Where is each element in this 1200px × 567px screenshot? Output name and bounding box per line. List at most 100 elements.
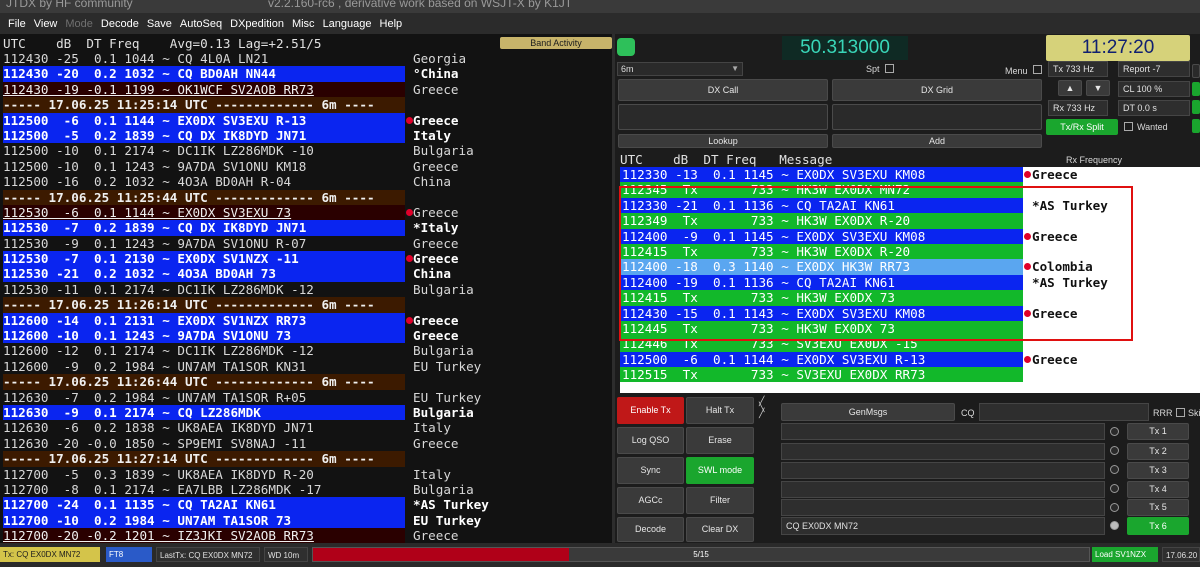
tx-row[interactable]: 112415 Tx 733 ~ HK3W EX0DX R-20 xyxy=(620,243,1200,260)
msg3-field[interactable] xyxy=(781,462,1105,479)
tx3-radio[interactable] xyxy=(1110,465,1119,474)
tx6-radio[interactable] xyxy=(1110,521,1119,530)
filter-button[interactable]: Filter xyxy=(686,487,754,514)
decode-row[interactable]: 112630 -6 0.2 1838 ~ UK8AEA IK8DYD JN71 I… xyxy=(0,420,612,435)
tx5-button[interactable]: Tx 5 xyxy=(1127,499,1189,516)
decode-row[interactable]: 112500 -6 0.1 1144 ~ EX0DX SV3EXU R-13 Gr… xyxy=(0,112,612,128)
rx-frequency-panel[interactable]: 112330 -13 0.1 1145 ~ EX0DX SV3EXU KM08 G… xyxy=(620,167,1200,393)
menu-autoseq[interactable]: AutoSeq xyxy=(176,18,226,30)
msg5-field[interactable] xyxy=(781,499,1105,516)
decode-row[interactable]: 112630 -20 -0.0 1850 ~ SP9EMI SV8NAJ -11… xyxy=(0,436,612,451)
decode-row[interactable]: 112700 -24 0.1 1135 ~ CQ TA2AI KN61 *AS T… xyxy=(0,497,612,513)
halt-tx-button[interactable]: Halt Tx xyxy=(686,397,754,424)
menu-save[interactable]: Save xyxy=(143,18,176,30)
tx-row[interactable]: 112345 Tx 733 ~ HK3W EX0DX MN72 xyxy=(620,182,1200,198)
menu-help[interactable]: Help xyxy=(376,18,407,30)
period-separator[interactable]: ----- 17.06.25 11:27:14 UTC ------------… xyxy=(0,451,612,467)
cq-field[interactable] xyxy=(979,403,1149,421)
tx3-button[interactable]: Tx 3 xyxy=(1127,462,1189,479)
decode-row[interactable]: 112530 -11 0.1 2174 ~ DC1IK LZ286MDK -12… xyxy=(0,282,612,297)
side-field-1[interactable] xyxy=(1192,64,1200,78)
swl-mode-button[interactable]: SWL mode xyxy=(686,457,754,484)
cl-field[interactable]: CL 100 % xyxy=(1118,81,1190,97)
decode-row[interactable]: 112430 -20 0.2 1032 ~ CQ BD0AH NN44 °Chin… xyxy=(0,66,612,82)
decode-row[interactable]: 112630 -7 0.2 1984 ~ UN7AM TA1SOR R+05 EU… xyxy=(0,390,612,405)
tx-row[interactable]: 112446 Tx 733 ~ SV3EXU EX0DX -15 xyxy=(620,336,1200,352)
rx-row[interactable]: 112330 -13 0.1 1145 ~ EX0DX SV3EXU KM08 G… xyxy=(620,167,1200,183)
tx6-button[interactable]: Tx 6 xyxy=(1127,517,1189,535)
rx-row[interactable]: 112400 -18 0.3 1140 ~ EX0DX HK3W RR73 Col… xyxy=(620,259,1200,275)
band-activity-list[interactable]: 112430 -25 0.1 1044 ~ CQ 4L0A LN21 Georgi… xyxy=(0,51,612,543)
dx-grid-field[interactable] xyxy=(832,104,1042,130)
tx2-button[interactable]: Tx 2 xyxy=(1127,443,1189,460)
band-select[interactable]: 6m ▼ xyxy=(617,62,743,76)
dx-call-button[interactable]: DX Call xyxy=(618,79,828,101)
side-button-3[interactable] xyxy=(1192,100,1200,114)
side-button-4[interactable] xyxy=(1192,119,1200,133)
add-button[interactable]: Add xyxy=(832,134,1042,148)
decode-row[interactable]: 112430 -19 -0.1 1199 ~ OK1WCF SV2AOB RR7… xyxy=(0,81,612,98)
menu-dxpedition[interactable]: DXpedition xyxy=(226,18,288,30)
rx-row[interactable]: 112330 -21 0.1 1136 ~ CQ TA2AI KN61 *AS T… xyxy=(620,197,1200,214)
menu-mode[interactable]: Mode xyxy=(61,18,97,30)
msg6-field[interactable]: CQ EX0DX MN72 xyxy=(781,517,1105,535)
decode-row[interactable]: 112530 -9 0.1 1243 ~ 9A7DA SV1ONU R-07 Gr… xyxy=(0,236,612,251)
decode-row[interactable]: 112530 -21 0.2 1032 ~ 4O3A BD0AH 73 China xyxy=(0,266,612,282)
decode-row[interactable]: 112430 -25 0.1 1044 ~ CQ 4L0A LN21 Georgi… xyxy=(0,51,612,66)
decode-row[interactable]: 112530 -6 0.1 1144 ~ EX0DX SV3EXU 73 Gree… xyxy=(0,204,612,221)
monitor-led[interactable] xyxy=(617,38,635,56)
rx-frequency-field[interactable]: Rx 733 Hz xyxy=(1048,100,1108,116)
period-separator[interactable]: ----- 17.06.25 11:26:44 UTC ------------… xyxy=(0,374,612,390)
tx2-radio[interactable] xyxy=(1110,446,1119,455)
agcc-button[interactable]: AGCc xyxy=(617,487,684,514)
report-field[interactable]: Report -7 xyxy=(1118,61,1190,77)
spt-checkbox[interactable] xyxy=(885,64,894,73)
msg2-field[interactable] xyxy=(781,443,1105,460)
menu-checkbox[interactable] xyxy=(1033,65,1042,74)
decode-row[interactable]: 112600 -9 0.2 1984 ~ UN7AM TA1SOR KN31 EU… xyxy=(0,359,612,374)
decode-row[interactable]: 112600 -10 0.1 1243 ~ 9A7DA SV1ONU 73 Gre… xyxy=(0,328,612,344)
lookup-button[interactable]: Lookup xyxy=(618,134,828,148)
menu-decode[interactable]: Decode xyxy=(97,18,143,30)
tx1-button[interactable]: Tx 1 xyxy=(1127,423,1189,440)
tx1-radio[interactable] xyxy=(1110,427,1119,436)
menu-file[interactable]: File xyxy=(4,18,30,30)
erase-button[interactable]: Erase xyxy=(686,427,754,454)
decode-row[interactable]: 112700 -10 0.2 1984 ~ UN7AM TA1SOR 73 EU … xyxy=(0,512,612,529)
down-arrow-button[interactable]: ▼ xyxy=(1086,80,1110,96)
msg1-field[interactable] xyxy=(781,423,1105,440)
decode-row[interactable]: 112500 -5 0.2 1839 ~ CQ DX IK8DYD JN71 It… xyxy=(0,127,612,144)
menu-misc[interactable]: Misc xyxy=(288,18,319,30)
decode-row[interactable]: 112700 -8 0.1 2174 ~ EA7LBB LZ286MDK -17… xyxy=(0,482,612,497)
rx-row[interactable]: 112400 -9 0.1 1145 ~ EX0DX SV3EXU KM08 Gr… xyxy=(620,228,1200,244)
decode-row[interactable]: 112600 -14 0.1 2131 ~ EX0DX SV1NZX RR73 G… xyxy=(0,312,612,329)
band-activity-panel[interactable]: UTC dB DT Freq Avg=0.13 Lag=+2.51/5 Band… xyxy=(0,34,612,543)
tx-row[interactable]: 112349 Tx 733 ~ HK3W EX0DX R-20 xyxy=(620,213,1200,229)
dt-field[interactable]: DT 0.0 s xyxy=(1118,100,1190,116)
sync-button[interactable]: Sync xyxy=(617,457,684,484)
rx-row[interactable]: 112500 -6 0.1 1144 ~ EX0DX SV3EXU R-13 Gr… xyxy=(620,351,1200,368)
decode-row[interactable]: 112500 -10 0.1 2174 ~ DC1IK LZ286MDK -10… xyxy=(0,143,612,158)
tx4-radio[interactable] xyxy=(1110,484,1119,493)
decode-row[interactable]: 112600 -12 0.1 2174 ~ DC1IK LZ286MDK -12… xyxy=(0,343,612,358)
load-button[interactable]: Load SV1NZX xyxy=(1092,547,1158,562)
decode-row[interactable]: 112530 -7 0.1 2130 ~ EX0DX SV1NZX -11 Gre… xyxy=(0,251,612,267)
menu-language[interactable]: Language xyxy=(319,18,376,30)
tx-row[interactable]: 112445 Tx 733 ~ HK3W EX0DX 73 xyxy=(620,320,1200,337)
dx-call-field[interactable] xyxy=(618,104,828,130)
tx4-button[interactable]: Tx 4 xyxy=(1127,481,1189,498)
up-arrow-button[interactable]: ▲ xyxy=(1058,80,1082,96)
decode-row[interactable]: 112700 -20 -0.2 1201 ~ IZ3JKI SV2AOB RR7… xyxy=(0,528,612,543)
wanted-checkbox[interactable] xyxy=(1124,122,1133,131)
period-separator[interactable]: ----- 17.06.25 11:25:44 UTC ------------… xyxy=(0,189,612,205)
side-button-2[interactable] xyxy=(1192,82,1200,96)
tx-frequency-field[interactable]: Tx 733 Hz xyxy=(1048,61,1108,77)
tx-row[interactable]: 112415 Tx 733 ~ HK3W EX0DX 73 xyxy=(620,290,1200,306)
clear-dx-button[interactable]: Clear DX xyxy=(686,517,754,542)
decode-row[interactable]: 112500 -16 0.2 1032 ~ 4O3A BD0AH R-04 Chi… xyxy=(0,174,612,189)
enable-tx-button[interactable]: Enable Tx xyxy=(617,397,684,424)
period-separator[interactable]: ----- 17.06.25 11:25:14 UTC ------------… xyxy=(0,97,612,113)
tx5-radio[interactable] xyxy=(1110,503,1119,512)
tx-row[interactable]: 112515 Tx 733 ~ SV3EXU EX0DX RR73 xyxy=(620,367,1200,383)
skip-checkbox[interactable] xyxy=(1176,408,1185,417)
